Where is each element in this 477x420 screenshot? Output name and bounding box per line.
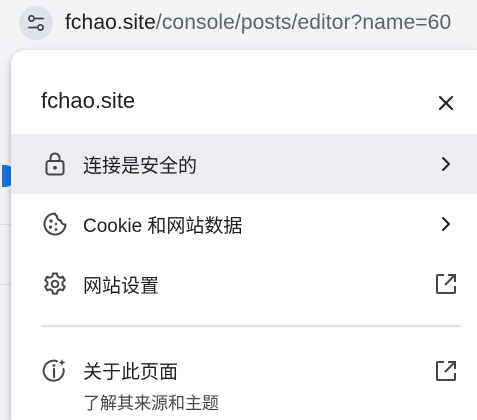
- cookies-site-data-label: Cookie 和网站数据: [83, 215, 243, 237]
- url-host: fchao.site: [65, 11, 156, 34]
- gear-icon: [42, 271, 68, 297]
- url-text[interactable]: fchao.site/console/posts/editor?name=60: [65, 11, 451, 35]
- about-page-item[interactable]: 关于此页面: [11, 341, 477, 401]
- site-settings-label: 网站设置: [83, 275, 160, 297]
- browser-window: fchao.site/console/posts/editor?name=60 …: [0, 0, 477, 420]
- connection-secure-item[interactable]: 连接是安全的: [11, 134, 477, 194]
- open-external-icon: [433, 358, 459, 384]
- cookies-site-data-item[interactable]: Cookie 和网站数据: [11, 194, 477, 254]
- url-path: /console/posts/editor?name=60: [155, 11, 452, 34]
- address-bar[interactable]: fchao.site/console/posts/editor?name=60: [0, 0, 477, 46]
- cookie-icon: [42, 211, 68, 237]
- about-page-label: 关于此页面: [83, 362, 179, 383]
- site-info-popup: fchao.site 连接是安全的 Cookie 和网站数据 网站设置 关于此页…: [11, 50, 477, 420]
- lock-icon: [42, 151, 68, 177]
- section-divider: [41, 325, 461, 327]
- close-button[interactable]: [431, 88, 461, 118]
- about-page-sublabel: 了解其来源和主题: [83, 394, 219, 413]
- chevron-right-icon: [433, 151, 459, 177]
- close-icon: [439, 96, 453, 110]
- site-info-button[interactable]: [19, 6, 53, 40]
- tune-icon: [28, 15, 44, 31]
- page-info-icon: [42, 358, 68, 384]
- open-external-icon: [433, 271, 459, 297]
- chevron-right-icon: [433, 211, 459, 237]
- popup-title: fchao.site: [41, 88, 136, 113]
- site-settings-item[interactable]: 网站设置: [11, 254, 477, 314]
- connection-secure-label: 连接是安全的: [83, 155, 198, 177]
